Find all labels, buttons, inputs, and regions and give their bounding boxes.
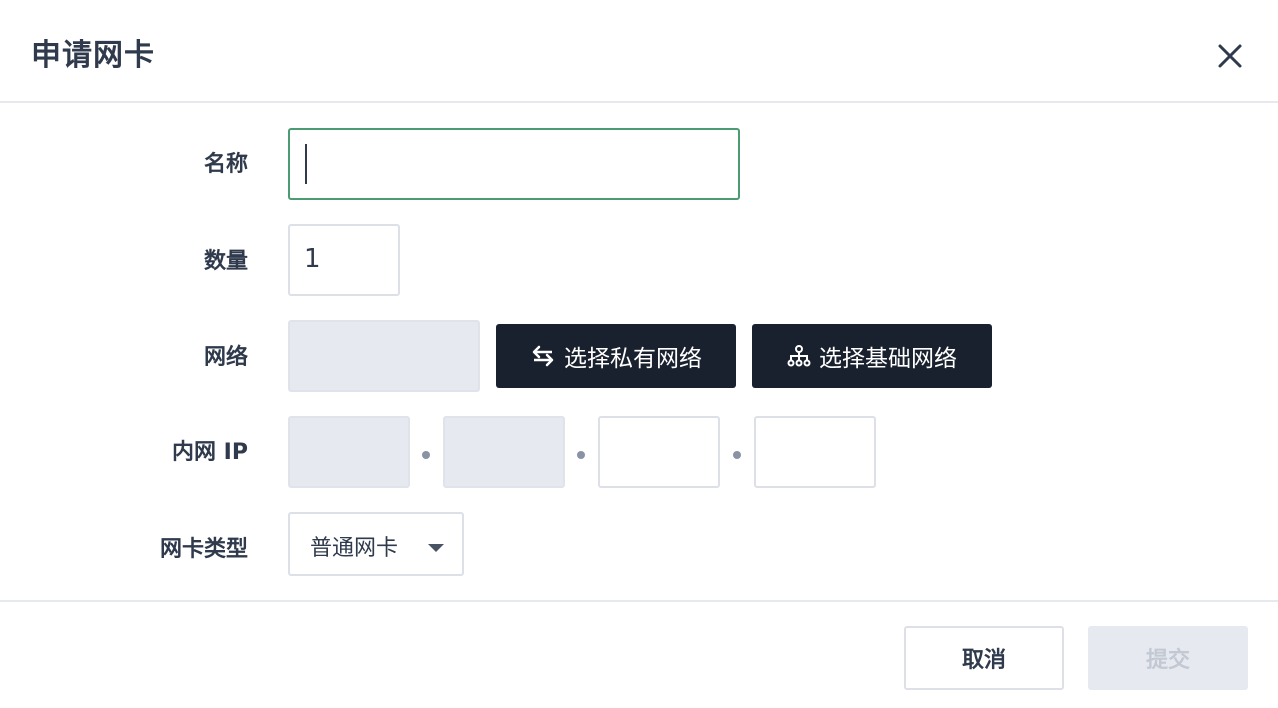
nic-type-label: 网卡类型 [159, 537, 248, 562]
dialog-header: 申请网卡 [0, 0, 1278, 103]
quantity-label: 数量 [203, 249, 248, 274]
ip-octet-2 [443, 416, 565, 488]
ip-octet-4[interactable] [754, 416, 876, 488]
apply-nic-dialog: 申请网卡 名称 数量 1 网络 选择私有网络 选择基础网络 内网 IP 网卡类型… [0, 0, 1278, 708]
internal-ip-label: 内网 IP [172, 440, 248, 465]
select-private-network-label: 选择私有网络 [564, 346, 702, 372]
dialog-footer [0, 600, 1278, 708]
nic-type-select[interactable]: 普通网卡 [288, 512, 464, 576]
network-tree-icon [787, 344, 811, 368]
select-basic-network-label: 选择基础网络 [819, 346, 957, 372]
ip-separator-dot [422, 451, 430, 459]
dialog-title: 申请网卡 [31, 38, 155, 73]
name-label: 名称 [203, 152, 248, 177]
quantity-input[interactable]: 1 [288, 224, 400, 296]
cancel-button[interactable]: 取消 [904, 626, 1064, 690]
ip-separator-dot [577, 451, 585, 459]
text-caret [305, 144, 307, 184]
network-label: 网络 [203, 345, 248, 370]
ip-separator-dot [733, 451, 741, 459]
close-icon[interactable] [1212, 38, 1248, 74]
swap-arrows-icon [530, 345, 556, 367]
ip-octet-1 [288, 416, 410, 488]
chevron-down-icon [428, 544, 444, 552]
name-input[interactable] [288, 128, 740, 200]
submit-button[interactable]: 提交 [1088, 626, 1248, 690]
select-basic-network-button[interactable]: 选择基础网络 [752, 324, 992, 388]
quantity-value: 1 [304, 244, 321, 274]
select-private-network-button[interactable]: 选择私有网络 [496, 324, 736, 388]
nic-type-selected: 普通网卡 [310, 536, 399, 561]
ip-octet-3[interactable] [598, 416, 720, 488]
network-field [288, 320, 480, 392]
